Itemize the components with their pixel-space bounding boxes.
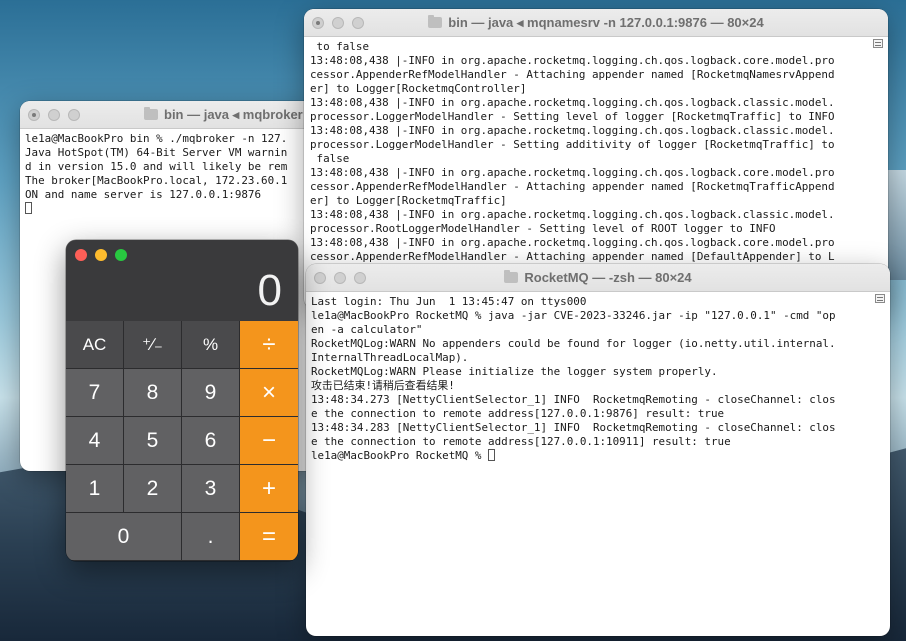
- terminal-line: 13:48:08,438 |-INFO in org.apache.rocket…: [310, 124, 835, 137]
- percent-button[interactable]: %: [182, 321, 239, 368]
- close-button[interactable]: [314, 272, 326, 284]
- terminal-line: 13:48:34.273 [NettyClientSelector_1] INF…: [311, 393, 836, 406]
- window-controls: [314, 272, 366, 284]
- terminal-line: 13:48:08,438 |-INFO in org.apache.rocket…: [310, 54, 835, 67]
- terminal-line: processor.RootLoggerModelHandler - Setti…: [310, 222, 776, 235]
- terminal-line: processor.LoggerModelHandler - Setting a…: [310, 138, 835, 151]
- divide-button[interactable]: ÷: [240, 321, 298, 368]
- terminal-line: RocketMQLog:WARN Please initialize the l…: [311, 365, 718, 378]
- terminal-cursor: [488, 449, 496, 461]
- terminal-line: false: [310, 152, 350, 165]
- broker-titlebar[interactable]: bin — java ◂ mqbroker: [20, 101, 320, 129]
- folder-icon: [504, 270, 519, 283]
- terminal-line: e the connection to remote address[127.0…: [311, 407, 725, 420]
- terminal-line: d in version 15.0 and will likely be rem: [25, 160, 288, 173]
- close-button[interactable]: [75, 249, 87, 261]
- minimize-button[interactable]: [48, 109, 60, 121]
- window-title: bin — java ◂ mqbroker: [144, 107, 303, 123]
- digit-6-button[interactable]: 6: [182, 417, 239, 464]
- digit-8-button[interactable]: 8: [124, 369, 181, 416]
- digit-1-button[interactable]: 1: [66, 465, 123, 512]
- zoom-button[interactable]: [354, 272, 366, 284]
- terminal-line: processor.LoggerModelHandler - Setting l…: [310, 110, 835, 123]
- terminal-line: e the connection to remote address[127.0…: [311, 435, 731, 448]
- digit-5-button[interactable]: 5: [124, 417, 181, 464]
- calculator-window-controls: [75, 249, 127, 261]
- equals-button[interactable]: =: [240, 513, 298, 560]
- digit-7-button[interactable]: 7: [66, 369, 123, 416]
- terminal-line: er] to Logger[RocketmqController]: [310, 82, 527, 95]
- zoom-button[interactable]: [68, 109, 80, 121]
- rocketmq-titlebar[interactable]: RocketMQ — -zsh — 80×24: [306, 264, 890, 292]
- decimal-button[interactable]: .: [182, 513, 239, 560]
- window-controls: [312, 17, 364, 29]
- terminal-line: le1a@MacBookPro RocketMQ % java -jar CVE…: [311, 309, 836, 322]
- terminal-line: cessor.AppenderRefModelHandler - Attachi…: [310, 68, 835, 81]
- terminal-line: 13:48:08,438 |-INFO in org.apache.rocket…: [310, 166, 835, 179]
- window-controls: [28, 109, 80, 121]
- terminal-prompt: le1a@MacBookPro RocketMQ %: [311, 449, 489, 462]
- terminal-line: cessor.AppenderRefModelHandler - Attachi…: [310, 250, 835, 263]
- minimize-button[interactable]: [334, 272, 346, 284]
- multiply-button[interactable]: ×: [240, 369, 298, 416]
- terminal-line: 13:48:08,438 |-INFO in org.apache.rocket…: [310, 208, 835, 221]
- terminal-line: en -a calculator": [311, 323, 423, 336]
- terminal-line: 攻击已结束!请稍后查看结果!: [311, 379, 455, 392]
- digit-2-button[interactable]: 2: [124, 465, 181, 512]
- zoom-button[interactable]: [352, 17, 364, 29]
- add-button[interactable]: +: [240, 465, 298, 512]
- terminal-line: er] to Logger[RocketmqTraffic]: [310, 194, 507, 207]
- rocketmq-terminal-output[interactable]: Last login: Thu Jun 1 13:45:47 on ttys00…: [306, 293, 890, 636]
- calculator-keypad: AC ⁺∕₋ % ÷ 7 8 9 × 4 5 6 − 1 2 3 + 0 . =: [66, 321, 298, 561]
- close-button[interactable]: [312, 17, 324, 29]
- subtract-button[interactable]: −: [240, 417, 298, 464]
- minimize-button[interactable]: [332, 17, 344, 29]
- terminal-line: RocketMQLog:WARN No appenders could be f…: [311, 337, 836, 350]
- clear-button[interactable]: AC: [66, 321, 123, 368]
- terminal-line: to false: [310, 40, 370, 53]
- terminal-line: cessor.AppenderRefModelHandler - Attachi…: [310, 180, 835, 193]
- terminal-line: 13:48:08,438 |-INFO in org.apache.rocket…: [310, 236, 835, 249]
- terminal-line: ON and name server is 127.0.0.1:9876: [25, 188, 262, 201]
- terminal-line: The broker[MacBookPro.local, 172.23.60.1: [25, 174, 288, 187]
- digit-4-button[interactable]: 4: [66, 417, 123, 464]
- digit-9-button[interactable]: 9: [182, 369, 239, 416]
- folder-icon: [428, 15, 443, 28]
- digit-3-button[interactable]: 3: [182, 465, 239, 512]
- namesrv-titlebar[interactable]: bin — java ◂ mqnamesrv -n 127.0.0.1:9876…: [304, 9, 888, 37]
- digit-0-button[interactable]: 0: [66, 513, 181, 560]
- terminal-line: le1a@MacBookPro bin % ./mqbroker -n 127.: [25, 132, 288, 145]
- calculator-window[interactable]: 0 AC ⁺∕₋ % ÷ 7 8 9 × 4 5 6 − 1 2 3 + 0 .…: [66, 240, 298, 561]
- folder-icon: [144, 107, 158, 120]
- terminal-line: Last login: Thu Jun 1 13:45:47 on ttys00…: [311, 295, 587, 308]
- terminal-line: 13:48:34.283 [NettyClientSelector_1] INF…: [311, 421, 836, 434]
- terminal-line: 13:48:08,438 |-INFO in org.apache.rocket…: [310, 96, 835, 109]
- window-title: RocketMQ — -zsh — 80×24: [504, 270, 692, 285]
- calculator-display: 0: [257, 266, 282, 315]
- rocketmq-terminal-window[interactable]: RocketMQ — -zsh — 80×24 Last login: Thu …: [306, 264, 890, 636]
- sign-toggle-button[interactable]: ⁺∕₋: [124, 321, 181, 368]
- zoom-button[interactable]: [115, 249, 127, 261]
- terminal-line: Java HotSpot(TM) 64-Bit Server VM warnin: [25, 146, 288, 159]
- minimize-button[interactable]: [95, 249, 107, 261]
- window-title: bin — java ◂ mqnamesrv -n 127.0.0.1:9876…: [428, 15, 764, 31]
- terminal-cursor: [25, 202, 32, 214]
- terminal-line: InternalThreadLocalMap).: [311, 351, 469, 364]
- close-button[interactable]: [28, 109, 40, 121]
